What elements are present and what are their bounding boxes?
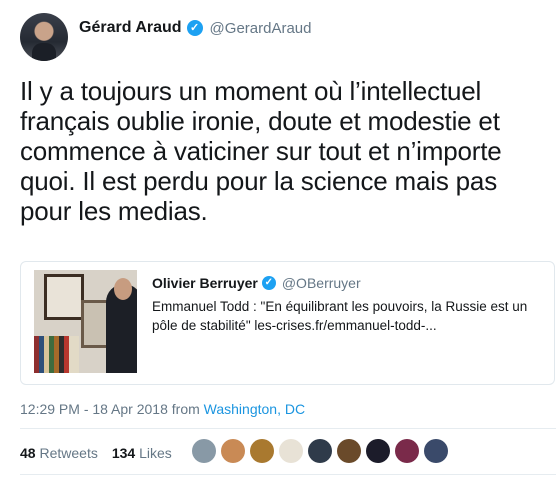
divider [20,428,556,429]
timestamp-text[interactable]: 12:29 PM - 18 Apr 2018 from [20,401,204,417]
verified-badge-icon: ✓ [186,20,203,36]
liker-avatar[interactable] [250,439,274,463]
location-link[interactable]: Washington, DC [204,401,305,417]
author-name[interactable]: Gérard Araud [79,19,182,37]
quoted-author-header: Olivier Berruyer ✓ @OBerruyer [152,275,361,291]
author-avatar[interactable] [20,13,68,61]
author-handle[interactable]: @GerardAraud [210,20,312,37]
liker-avatar[interactable] [337,439,361,463]
liker-avatars [192,439,448,463]
quoted-tweet-text: Emmanuel Todd : "En équilibrant les pouv… [152,299,528,333]
likes-stat[interactable]: 134 Likes [112,445,172,461]
tweet-timestamp: 12:29 PM - 18 Apr 2018 from Washington, … [20,401,305,417]
liker-avatar[interactable] [192,439,216,463]
likes-label: Likes [139,445,172,461]
likes-count: 134 [111,445,136,461]
liker-avatar[interactable] [424,439,448,463]
quoted-tweet-image [34,270,137,373]
verified-badge-icon: ✓ [261,276,276,290]
liker-avatar[interactable] [308,439,332,463]
liker-avatar[interactable] [279,439,303,463]
liker-avatar[interactable] [221,439,245,463]
author-header: Gérard Araud ✓ @GerardAraud [79,19,312,37]
liker-avatar[interactable] [395,439,419,463]
quoted-tweet-card[interactable]: Olivier Berruyer ✓ @OBerruyer Emmanuel T… [20,261,555,385]
quoted-author-name[interactable]: Olivier Berruyer [152,275,258,291]
tweet-text: Il y a toujours un moment où l’intellect… [20,76,502,226]
quoted-author-handle[interactable]: @OBerruyer [282,275,361,291]
liker-avatar[interactable] [366,439,390,463]
divider [20,474,556,475]
retweets-label: Retweets [39,445,98,461]
engagement-stats: 48 Retweets 134 Likes [20,445,172,461]
retweets-stat[interactable]: 48 Retweets [20,445,98,461]
retweets-count: 48 [20,445,36,461]
